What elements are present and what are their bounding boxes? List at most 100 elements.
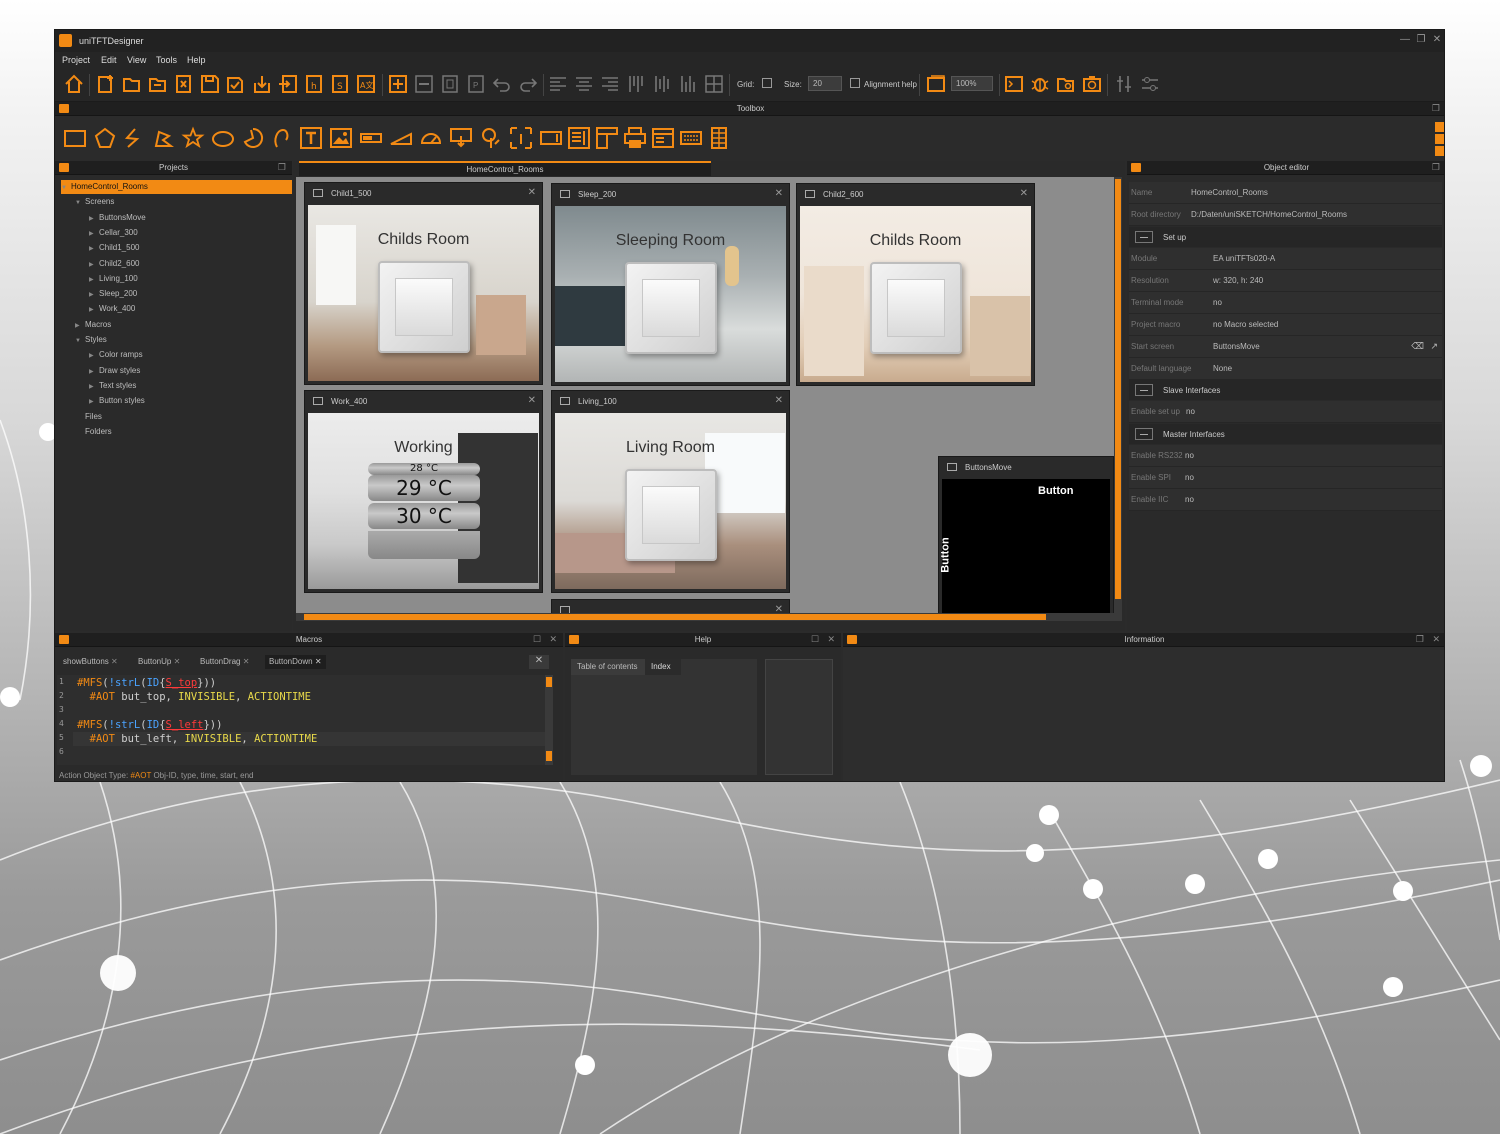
prop-enable-iic[interactable]: Enable IIC no bbox=[1129, 489, 1442, 511]
add-screen-icon[interactable] bbox=[387, 73, 409, 95]
chevron-right-icon[interactable]: ▶ bbox=[89, 258, 99, 272]
grid-layout-icon[interactable] bbox=[703, 73, 725, 95]
float-panel-icon[interactable]: ❐ bbox=[1432, 103, 1440, 114]
open-project-icon[interactable] bbox=[121, 73, 143, 95]
chevron-right-icon[interactable]: ▶ bbox=[89, 365, 99, 379]
copy-icon[interactable] bbox=[439, 73, 461, 95]
close-panel-icon[interactable]: ✕ bbox=[1432, 634, 1440, 645]
menu-view[interactable]: View bbox=[127, 55, 146, 65]
screen-frame-icon[interactable] bbox=[925, 73, 947, 95]
save-icon[interactable] bbox=[199, 73, 221, 95]
screen-sleep[interactable]: Sleep_200 ✕ Sleeping Room bbox=[551, 183, 790, 386]
align-top-icon[interactable] bbox=[625, 73, 647, 95]
macro-code-editor[interactable]: 1 2 3 4 5 6 #MFS(!strL(ID{S_top})) #AOT … bbox=[57, 675, 553, 765]
close-screen-icon[interactable]: ✕ bbox=[775, 188, 783, 199]
float-panel-icon[interactable]: ❐ bbox=[1416, 634, 1424, 645]
code-scrollbar[interactable] bbox=[545, 675, 553, 765]
document-tab[interactable]: HomeControl_Rooms bbox=[299, 161, 711, 176]
float-panel-icon[interactable]: ❐ bbox=[278, 162, 286, 173]
chevron-down-icon[interactable]: ▼ bbox=[61, 181, 71, 195]
alignment-help-checkbox[interactable] bbox=[850, 78, 860, 88]
close-screen-icon[interactable]: ✕ bbox=[528, 187, 536, 198]
close-panel-icon[interactable]: ✕ bbox=[549, 634, 557, 645]
align-center-icon[interactable] bbox=[573, 73, 595, 95]
tree-item[interactable]: Files bbox=[75, 410, 102, 424]
prop-resolution[interactable]: Resolution w: 320, h: 240 bbox=[1129, 270, 1442, 292]
text-tool-icon[interactable] bbox=[299, 126, 323, 150]
tree-item[interactable]: ▶ ButtonsMove bbox=[89, 211, 146, 225]
tree-item[interactable]: ▼ Styles bbox=[75, 333, 107, 347]
remove-screen-icon[interactable] bbox=[413, 73, 435, 95]
tree-item[interactable]: ▶ Button styles bbox=[89, 394, 145, 408]
canvas-horizontal-scrollbar[interactable] bbox=[296, 613, 1114, 621]
menu-project[interactable]: Project bbox=[62, 55, 90, 65]
clear-icon[interactable]: ⌫ bbox=[1411, 341, 1424, 352]
close-all-tabs-icon[interactable]: ✕ bbox=[529, 655, 549, 669]
macro-tab-buttonup[interactable]: ButtonUp ✕ bbox=[134, 655, 184, 669]
arc-tool-icon[interactable] bbox=[241, 126, 265, 150]
toolbox-scrollbar[interactable] bbox=[1435, 122, 1444, 156]
prop-root-directory[interactable]: Root directory D:/Daten/uniSKETCH/HomeCon… bbox=[1129, 204, 1442, 226]
tree-item[interactable]: ▶ Child1_500 bbox=[89, 241, 139, 255]
prop-default-language[interactable]: Default language None bbox=[1129, 358, 1442, 380]
zoom-select[interactable]: 100% bbox=[951, 76, 993, 91]
group-master-interfaces[interactable]: Master Interfaces bbox=[1129, 424, 1442, 444]
maximize-panel-icon[interactable]: ☐ bbox=[811, 634, 819, 645]
tree-item[interactable]: ▼ HomeControl_Rooms bbox=[61, 180, 292, 194]
close-screen-icon[interactable]: ✕ bbox=[775, 395, 783, 406]
keyboard-tool-icon[interactable] bbox=[679, 126, 703, 150]
table-tool-icon[interactable] bbox=[707, 126, 731, 150]
button-side[interactable]: Button bbox=[940, 537, 952, 572]
save-all-icon[interactable] bbox=[225, 73, 247, 95]
file-s-icon[interactable]: S bbox=[329, 73, 351, 95]
list-box-tool-icon[interactable] bbox=[567, 126, 591, 150]
polygon-tool-icon[interactable] bbox=[93, 126, 117, 150]
translate-icon[interactable]: A文 bbox=[355, 73, 377, 95]
macro-tab-showbuttons[interactable]: showButtons ✕ bbox=[59, 655, 122, 669]
prop-enable-spi[interactable]: Enable SPI no bbox=[1129, 467, 1442, 489]
gauge-tool-icon[interactable] bbox=[419, 126, 443, 150]
image-tool-icon[interactable] bbox=[329, 126, 353, 150]
screen-child1[interactable]: Child1_500 ✕ Childs Room bbox=[304, 182, 543, 385]
paste-icon[interactable]: P bbox=[465, 73, 487, 95]
open-recent-icon[interactable] bbox=[147, 73, 169, 95]
screen-work[interactable]: Work_400 ✕ Working 28 °C 29 °C 30 °C bbox=[304, 390, 543, 593]
curve-tool-icon[interactable] bbox=[269, 126, 293, 150]
import-icon[interactable] bbox=[277, 73, 299, 95]
group-setup[interactable]: Set up bbox=[1129, 227, 1442, 247]
touch-button-tool-icon[interactable] bbox=[449, 126, 473, 150]
close-screen-icon[interactable]: ✕ bbox=[528, 395, 536, 406]
tree-item[interactable]: Folders bbox=[75, 425, 112, 439]
close-project-icon[interactable] bbox=[173, 73, 195, 95]
chevron-right-icon[interactable]: ▶ bbox=[89, 273, 99, 287]
prop-project-macro[interactable]: Project macro no Macro selected bbox=[1129, 314, 1442, 336]
menu-edit[interactable]: Edit bbox=[101, 55, 117, 65]
bar-tool-icon[interactable] bbox=[359, 126, 383, 150]
window-tool-icon[interactable] bbox=[651, 126, 675, 150]
menu-help[interactable]: Help bbox=[187, 55, 206, 65]
macro-tab-buttondown[interactable]: ButtonDown ✕ bbox=[265, 655, 326, 669]
menu-tool-icon[interactable] bbox=[595, 126, 619, 150]
export-icon[interactable] bbox=[251, 73, 273, 95]
maximize-panel-icon[interactable]: ☐ bbox=[533, 634, 541, 645]
folder-search-icon[interactable] bbox=[1055, 73, 1077, 95]
touch-area-tool-icon[interactable] bbox=[509, 126, 533, 150]
ellipse-tool-icon[interactable] bbox=[211, 126, 235, 150]
chevron-right-icon[interactable]: ▶ bbox=[89, 212, 99, 226]
close-button[interactable]: ✕ bbox=[1430, 34, 1444, 45]
touch-switch-tool-icon[interactable] bbox=[479, 126, 503, 150]
input-box-tool-icon[interactable] bbox=[539, 126, 563, 150]
align-left-icon[interactable] bbox=[547, 73, 569, 95]
file-h-icon[interactable]: h bbox=[303, 73, 325, 95]
group-slave-interfaces[interactable]: Slave Interfaces bbox=[1129, 380, 1442, 400]
prop-terminal-mode[interactable]: Terminal mode no bbox=[1129, 292, 1442, 314]
chevron-right-icon[interactable]: ▶ bbox=[89, 288, 99, 302]
float-panel-icon[interactable]: ❐ bbox=[1432, 162, 1440, 173]
chevron-right-icon[interactable]: ▶ bbox=[89, 227, 99, 241]
tree-item[interactable]: ▶ Child2_600 bbox=[89, 257, 139, 271]
new-project-icon[interactable] bbox=[95, 73, 117, 95]
rectangle-tool-icon[interactable] bbox=[63, 126, 87, 150]
prop-start-screen[interactable]: Start screen ButtonsMove ⌫ ↗ bbox=[1129, 336, 1442, 358]
tree-item[interactable]: ▶ Cellar_300 bbox=[89, 226, 138, 240]
prop-enable-setup[interactable]: Enable set up no bbox=[1129, 401, 1442, 423]
